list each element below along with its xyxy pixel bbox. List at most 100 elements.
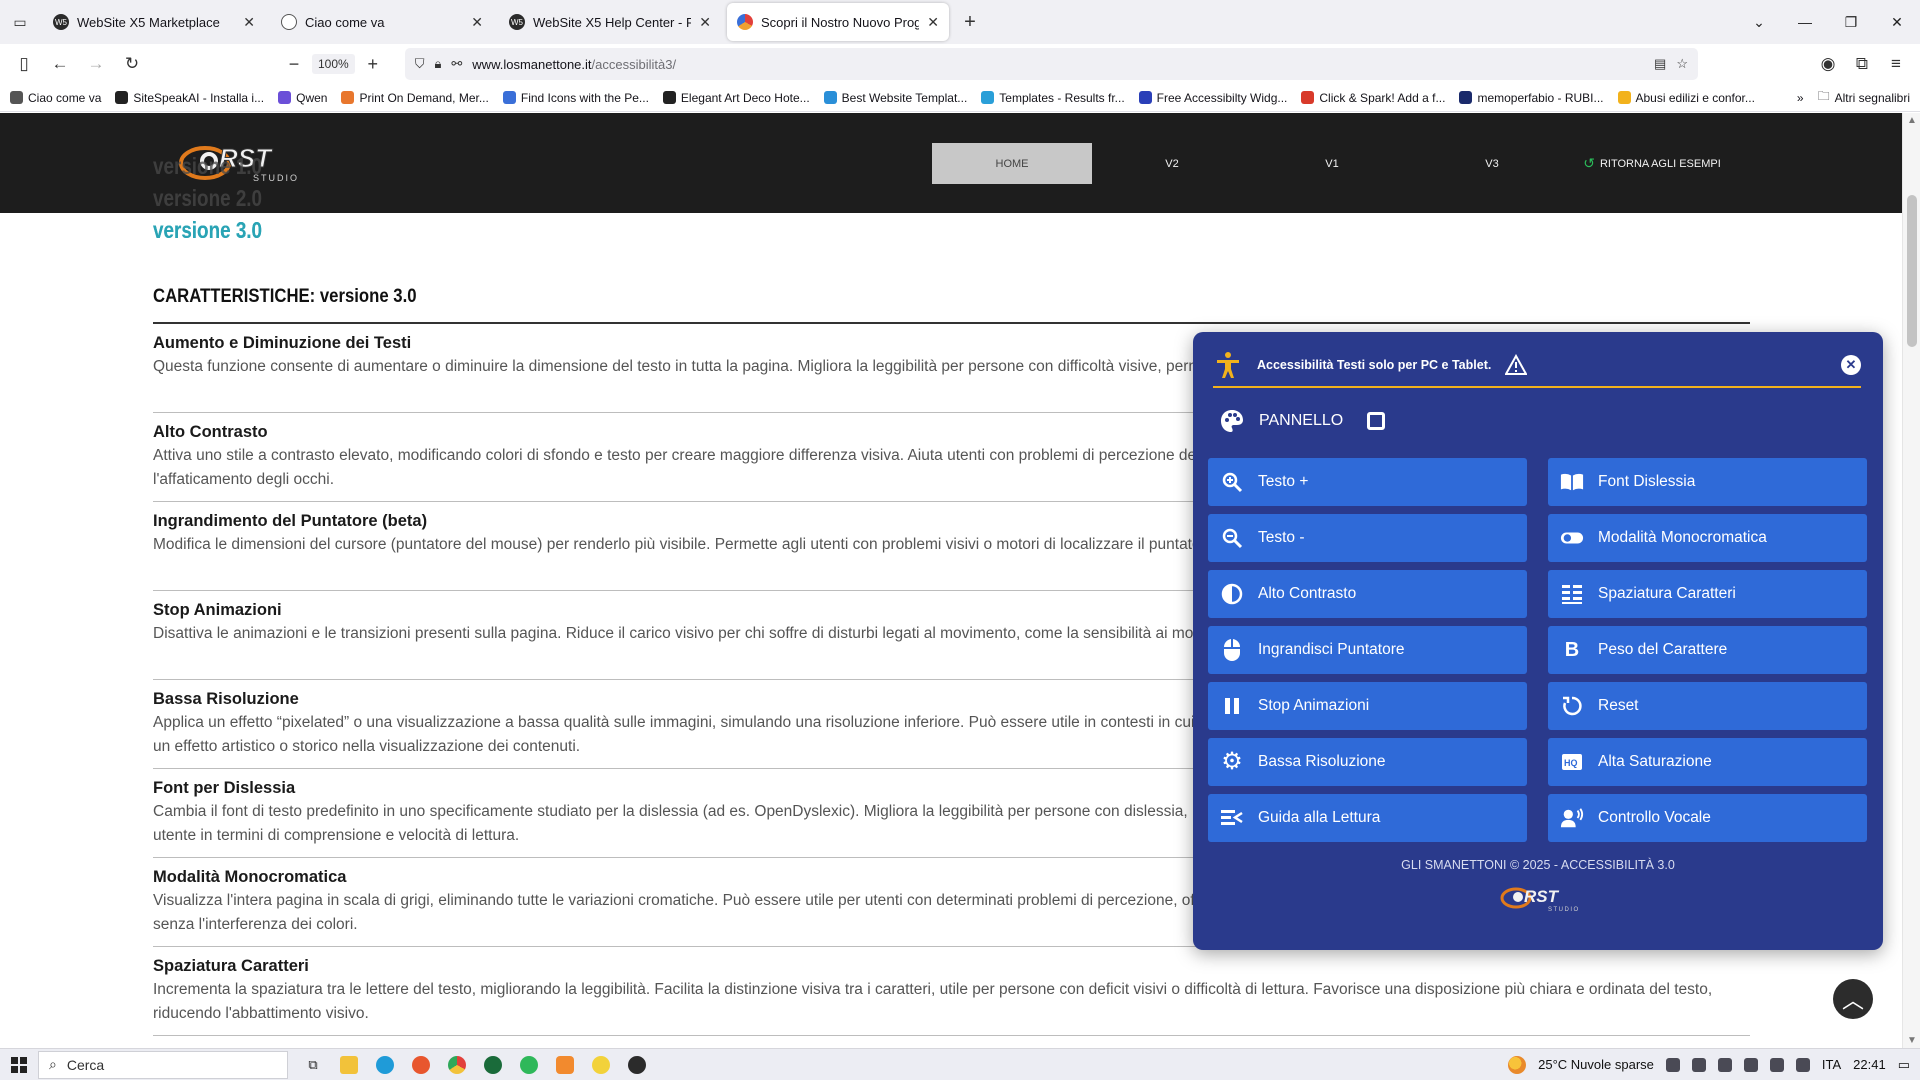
sidebar-toggle-icon[interactable]: ▯ — [8, 48, 40, 80]
tab-close-icon[interactable]: ✕ — [243, 14, 255, 31]
new-tab-button[interactable]: + — [952, 3, 988, 41]
nav-v2-overlay[interactable]: V2 — [1092, 143, 1252, 184]
bookmark-item[interactable]: SiteSpeakAI - Installa i... — [115, 91, 264, 105]
tray-app-icon[interactable] — [1743, 1057, 1758, 1072]
notifications-icon[interactable]: ▭ — [1898, 1057, 1910, 1073]
language-indicator[interactable]: ITA — [1822, 1057, 1841, 1072]
nav-v1-overlay[interactable]: V1 — [1252, 143, 1412, 184]
page-scrollbar[interactable]: ▲ ▼ — [1902, 113, 1920, 1048]
browser-tab-2[interactable]: Ciao come va ✕ — [271, 3, 493, 41]
zoom-in-button[interactable]: + — [361, 54, 385, 75]
accessibility-button-peso-del-carattere[interactable]: B Peso del Carattere — [1548, 626, 1867, 674]
tray-app-icon[interactable] — [1717, 1057, 1732, 1072]
network-icon[interactable] — [1769, 1057, 1784, 1072]
accessibility-button-stop-animazioni[interactable]: Stop Animazioni — [1208, 682, 1527, 730]
app-green-icon[interactable] — [480, 1052, 506, 1078]
bookmark-star-icon[interactable]: ☆ — [1676, 56, 1688, 72]
tray-app-icon[interactable] — [1691, 1057, 1706, 1072]
tab-close-icon[interactable]: ✕ — [927, 14, 939, 31]
accessibility-button-spaziatura-caratteri[interactable]: Spaziatura Caratteri — [1548, 570, 1867, 618]
reload-button[interactable]: ↻ — [116, 48, 148, 80]
bookmark-item[interactable]: Ciao come va — [10, 91, 101, 105]
nav-v3-overlay[interactable]: V3 — [1412, 143, 1572, 184]
taskbar-search[interactable]: ⌕ Cerca — [38, 1050, 288, 1079]
scroll-thumb[interactable] — [1907, 195, 1917, 347]
weather-text[interactable]: 25°C Nuvole sparse — [1538, 1057, 1654, 1072]
chrome-icon[interactable] — [444, 1052, 470, 1078]
menu-icon[interactable]: ≡ — [1880, 48, 1912, 80]
close-window-button[interactable]: ✕ — [1874, 0, 1920, 44]
feature-item: Spaziatura Caratteri Incrementa la spazia… — [153, 947, 1750, 1036]
browser-tab-4-active[interactable]: Scopri il Nostro Nuovo Progetto ✕ — [727, 3, 949, 41]
app-yellow-icon[interactable] — [588, 1052, 614, 1078]
bookmark-favicon-icon — [278, 91, 292, 104]
scroll-up-arrow-icon[interactable]: ▲ — [1903, 115, 1920, 126]
accessibility-button-modalit-monocromatica[interactable]: Modalità Monocromatica — [1548, 514, 1867, 562]
restore-button[interactable]: ❐ — [1828, 0, 1874, 44]
accessibility-button-ingrandisci-puntatore[interactable]: Ingrandisci Puntatore — [1208, 626, 1527, 674]
browser-tab-3[interactable]: W5 WebSite X5 Help Center - Funz ✕ — [499, 3, 721, 41]
back-to-top-button[interactable]: ︿ — [1833, 979, 1873, 1019]
whatsapp-icon[interactable] — [516, 1052, 542, 1078]
bookmark-item[interactable]: memoperfabio - RUBI... — [1459, 91, 1604, 105]
nav-back-overlay[interactable]: ↺ RITORNA AGLI ESEMPI — [1572, 143, 1732, 184]
other-bookmarks[interactable]: 🗀 Altri segnalibri — [1818, 87, 1910, 108]
tab-list-icon[interactable]: ▭ — [0, 0, 40, 44]
accessibility-button-reset[interactable]: Reset — [1548, 682, 1867, 730]
nav-home-overlay[interactable]: HOME — [932, 143, 1092, 184]
windows-start-icon[interactable] — [0, 1049, 38, 1080]
bookmarks-overflow-icon[interactable]: » — [1797, 91, 1804, 105]
shield-icon[interactable]: ⛉ — [415, 56, 425, 72]
task-view-icon[interactable]: ⧉ — [300, 1052, 326, 1078]
accessibility-button-label: Ingrandisci Puntatore — [1258, 641, 1405, 658]
accessibility-button-testo[interactable]: Testo + — [1208, 458, 1527, 506]
bookmark-item[interactable]: Free Accessibilty Widg... — [1138, 91, 1287, 105]
bookmark-item[interactable]: Find Icons with the Pe... — [502, 91, 649, 105]
version-3-link-visible[interactable]: versione 3.0 — [153, 214, 262, 246]
panel-checkbox[interactable] — [1367, 412, 1386, 430]
close-panel-button[interactable]: ✕ — [1841, 355, 1861, 375]
bookmark-item[interactable]: Click & Spark! Add a f... — [1301, 91, 1445, 105]
accessibility-button-testo[interactable]: Testo - — [1208, 514, 1527, 562]
extensions-icon[interactable]: ⧉ — [1846, 48, 1878, 80]
volume-icon[interactable] — [1795, 1057, 1810, 1072]
accessibility-button-guida-alla-lettura[interactable]: Guida alla Lettura — [1208, 794, 1527, 842]
bookmark-item[interactable]: Elegant Art Deco Hote... — [662, 91, 810, 105]
url-text[interactable]: www.losmanettone.it/accessibilità3/ — [472, 57, 1644, 72]
accessibility-button-controllo-vocale[interactable]: Controllo Vocale — [1548, 794, 1867, 842]
back-button[interactable]: ← — [44, 48, 76, 80]
zoom-level[interactable]: 100% — [312, 54, 355, 74]
website-x5-icon[interactable] — [624, 1052, 650, 1078]
tab-overflow-chevron-icon[interactable]: ⌄ — [1736, 0, 1782, 44]
zoom-out-button[interactable]: − — [282, 54, 306, 75]
bookmark-item[interactable]: Best Website Templat... — [823, 91, 967, 105]
bookmark-item[interactable]: Qwen — [278, 91, 327, 105]
firefox-icon[interactable] — [408, 1052, 434, 1078]
accessibility-button-bassa-risoluzione[interactable]: ⚙ Bassa Risoluzione — [1208, 738, 1527, 786]
forward-button[interactable]: → — [80, 48, 112, 80]
scroll-down-arrow-icon[interactable]: ▼ — [1903, 1035, 1920, 1046]
minimize-button[interactable]: — — [1782, 0, 1828, 44]
weather-icon[interactable] — [1508, 1055, 1527, 1074]
accessibility-button-font-dislessia[interactable]: Font Dislessia — [1548, 458, 1867, 506]
bookmark-item[interactable]: Abusi edilizi e confor... — [1617, 91, 1755, 105]
accessibility-button-label: Bassa Risoluzione — [1258, 753, 1386, 770]
tab-close-icon[interactable]: ✕ — [471, 14, 483, 31]
browser-tab-1[interactable]: W5 WebSite X5 Marketplace ✕ — [43, 3, 265, 41]
accessibility-button-label: Font Dislessia — [1598, 473, 1696, 490]
account-icon[interactable]: ◉ — [1812, 48, 1844, 80]
file-explorer-icon[interactable] — [336, 1052, 362, 1078]
tab-close-icon[interactable]: ✕ — [699, 14, 711, 31]
clock[interactable]: 22:41 — [1853, 1057, 1886, 1072]
media-player-icon[interactable] — [552, 1052, 578, 1078]
accessibility-button-alto-contrasto[interactable]: Alto Contrasto — [1208, 570, 1527, 618]
permissions-icon[interactable]: ⚯ — [451, 56, 462, 72]
bookmark-item[interactable]: Print On Demand, Mer... — [341, 91, 489, 105]
accessibility-button-alta-saturazione[interactable]: HQ Alta Saturazione — [1548, 738, 1867, 786]
address-bar[interactable]: ⛉ 🔒︎ ⚯ www.losmanettone.it/accessibilità… — [404, 48, 1698, 80]
edge-icon[interactable] — [372, 1052, 398, 1078]
lock-icon[interactable]: 🔒︎ — [434, 56, 441, 72]
reader-view-icon[interactable]: ▤ — [1654, 56, 1666, 72]
bookmark-item[interactable]: Templates - Results fr... — [981, 91, 1125, 105]
tray-app-icon[interactable] — [1665, 1057, 1680, 1072]
